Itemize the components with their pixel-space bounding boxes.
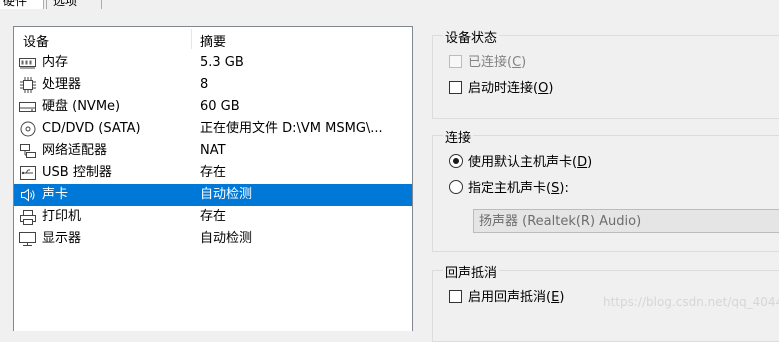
device-row-hard-disk[interactable]: 硬盘 (NVMe) 60 GB xyxy=(14,96,412,118)
device-name: 网络适配器 xyxy=(42,143,108,158)
device-summary: 自动检测 xyxy=(200,231,253,246)
device-row-sound-card[interactable]: 声卡 自动检测 xyxy=(14,184,412,206)
connected-label: 已连接(C) xyxy=(468,55,527,70)
device-summary: 存在 xyxy=(200,165,227,180)
processor-icon xyxy=(19,77,36,93)
enable-echo-cancellation-label: 启用回声抵消(E) xyxy=(468,290,565,305)
device-list: 设备 摘要 内存 5.3 GB 处理器 8 硬盘 (NVMe) 60 GB CD… xyxy=(13,26,413,331)
specify-label: 指定主机声卡(S): xyxy=(468,181,569,196)
device-name: 硬盘 (NVMe) xyxy=(42,99,121,114)
connected-checkbox[interactable]: 已连接(C) xyxy=(449,53,526,73)
network-adapter-icon xyxy=(19,143,36,159)
connect-on-startup-label: 启动时连接(O) xyxy=(468,81,554,96)
device-summary: 正在使用文件 D:\VM MSMG\... xyxy=(200,121,383,136)
printer-icon xyxy=(19,209,36,225)
connection-title: 连接 xyxy=(443,127,474,146)
tab-hardware[interactable]: 硬件 xyxy=(0,0,44,9)
device-name: 声卡 xyxy=(42,187,69,202)
column-separator[interactable] xyxy=(191,29,192,49)
device-summary: NAT xyxy=(200,143,226,158)
usb-icon xyxy=(19,165,36,181)
hard-disk-icon xyxy=(19,99,36,115)
connect-on-startup-checkbox[interactable]: 启动时连接(O) xyxy=(449,79,553,99)
device-row-cd-dvd[interactable]: CD/DVD (SATA) 正在使用文件 D:\VM MSMG\... xyxy=(14,118,412,140)
device-row-processor[interactable]: 处理器 8 xyxy=(14,74,412,96)
column-header-device[interactable]: 设备 xyxy=(23,31,49,50)
memory-icon xyxy=(19,55,36,71)
checkbox-box xyxy=(449,81,462,94)
connection-group: 连接 使用默认主机声卡(D) 指定主机声卡(S): 扬声器 (Realtek(R… xyxy=(432,127,779,252)
use-default-label: 使用默认主机声卡(D) xyxy=(468,155,593,170)
device-name: CD/DVD (SATA) xyxy=(42,121,141,136)
device-summary: 5.3 GB xyxy=(200,55,244,70)
radio-circle xyxy=(449,180,463,194)
device-summary: 存在 xyxy=(200,209,227,224)
device-row-memory[interactable]: 内存 5.3 GB xyxy=(14,52,412,74)
device-name: 内存 xyxy=(42,55,69,70)
speaker-icon xyxy=(19,187,36,203)
device-name: 处理器 xyxy=(42,77,82,92)
watermark: https://blog.csdn.net/qq_40448816 xyxy=(603,295,779,309)
radio-circle xyxy=(449,154,463,168)
device-row-network-adapter[interactable]: 网络适配器 NAT xyxy=(14,140,412,162)
enable-echo-cancellation-checkbox[interactable]: 启用回声抵消(E) xyxy=(449,288,564,308)
monitor-icon xyxy=(19,231,36,247)
tab-options[interactable]: 选项 xyxy=(46,0,102,9)
device-list-header: 设备 摘要 xyxy=(14,27,412,51)
device-name: 显示器 xyxy=(42,231,82,246)
use-default-host-sound-card-radio[interactable]: 使用默认主机声卡(D) xyxy=(449,153,592,173)
device-status-title: 设备状态 xyxy=(443,27,500,46)
device-row-printer[interactable]: 打印机 存在 xyxy=(14,206,412,228)
specify-host-sound-card-radio[interactable]: 指定主机声卡(S): xyxy=(449,179,569,199)
device-name: 打印机 xyxy=(42,209,82,224)
cd-dvd-icon xyxy=(19,121,36,137)
device-summary: 自动检测 xyxy=(200,187,253,202)
device-name: USB 控制器 xyxy=(42,165,112,180)
device-status-group: 设备状态 已连接(C) 启动时连接(O) xyxy=(432,27,779,119)
device-summary: 60 GB xyxy=(200,99,240,114)
checkbox-box xyxy=(449,55,462,68)
host-sound-card-select[interactable]: 扬声器 (Realtek(R) Audio) xyxy=(473,209,779,233)
echo-cancellation-title: 回声抵消 xyxy=(443,262,500,281)
column-header-summary[interactable]: 摘要 xyxy=(200,31,226,50)
device-row-display[interactable]: 显示器 自动检测 xyxy=(14,228,412,250)
checkbox-box xyxy=(449,290,462,303)
device-row-usb-controller[interactable]: USB 控制器 存在 xyxy=(14,162,412,184)
device-summary: 8 xyxy=(200,77,209,92)
